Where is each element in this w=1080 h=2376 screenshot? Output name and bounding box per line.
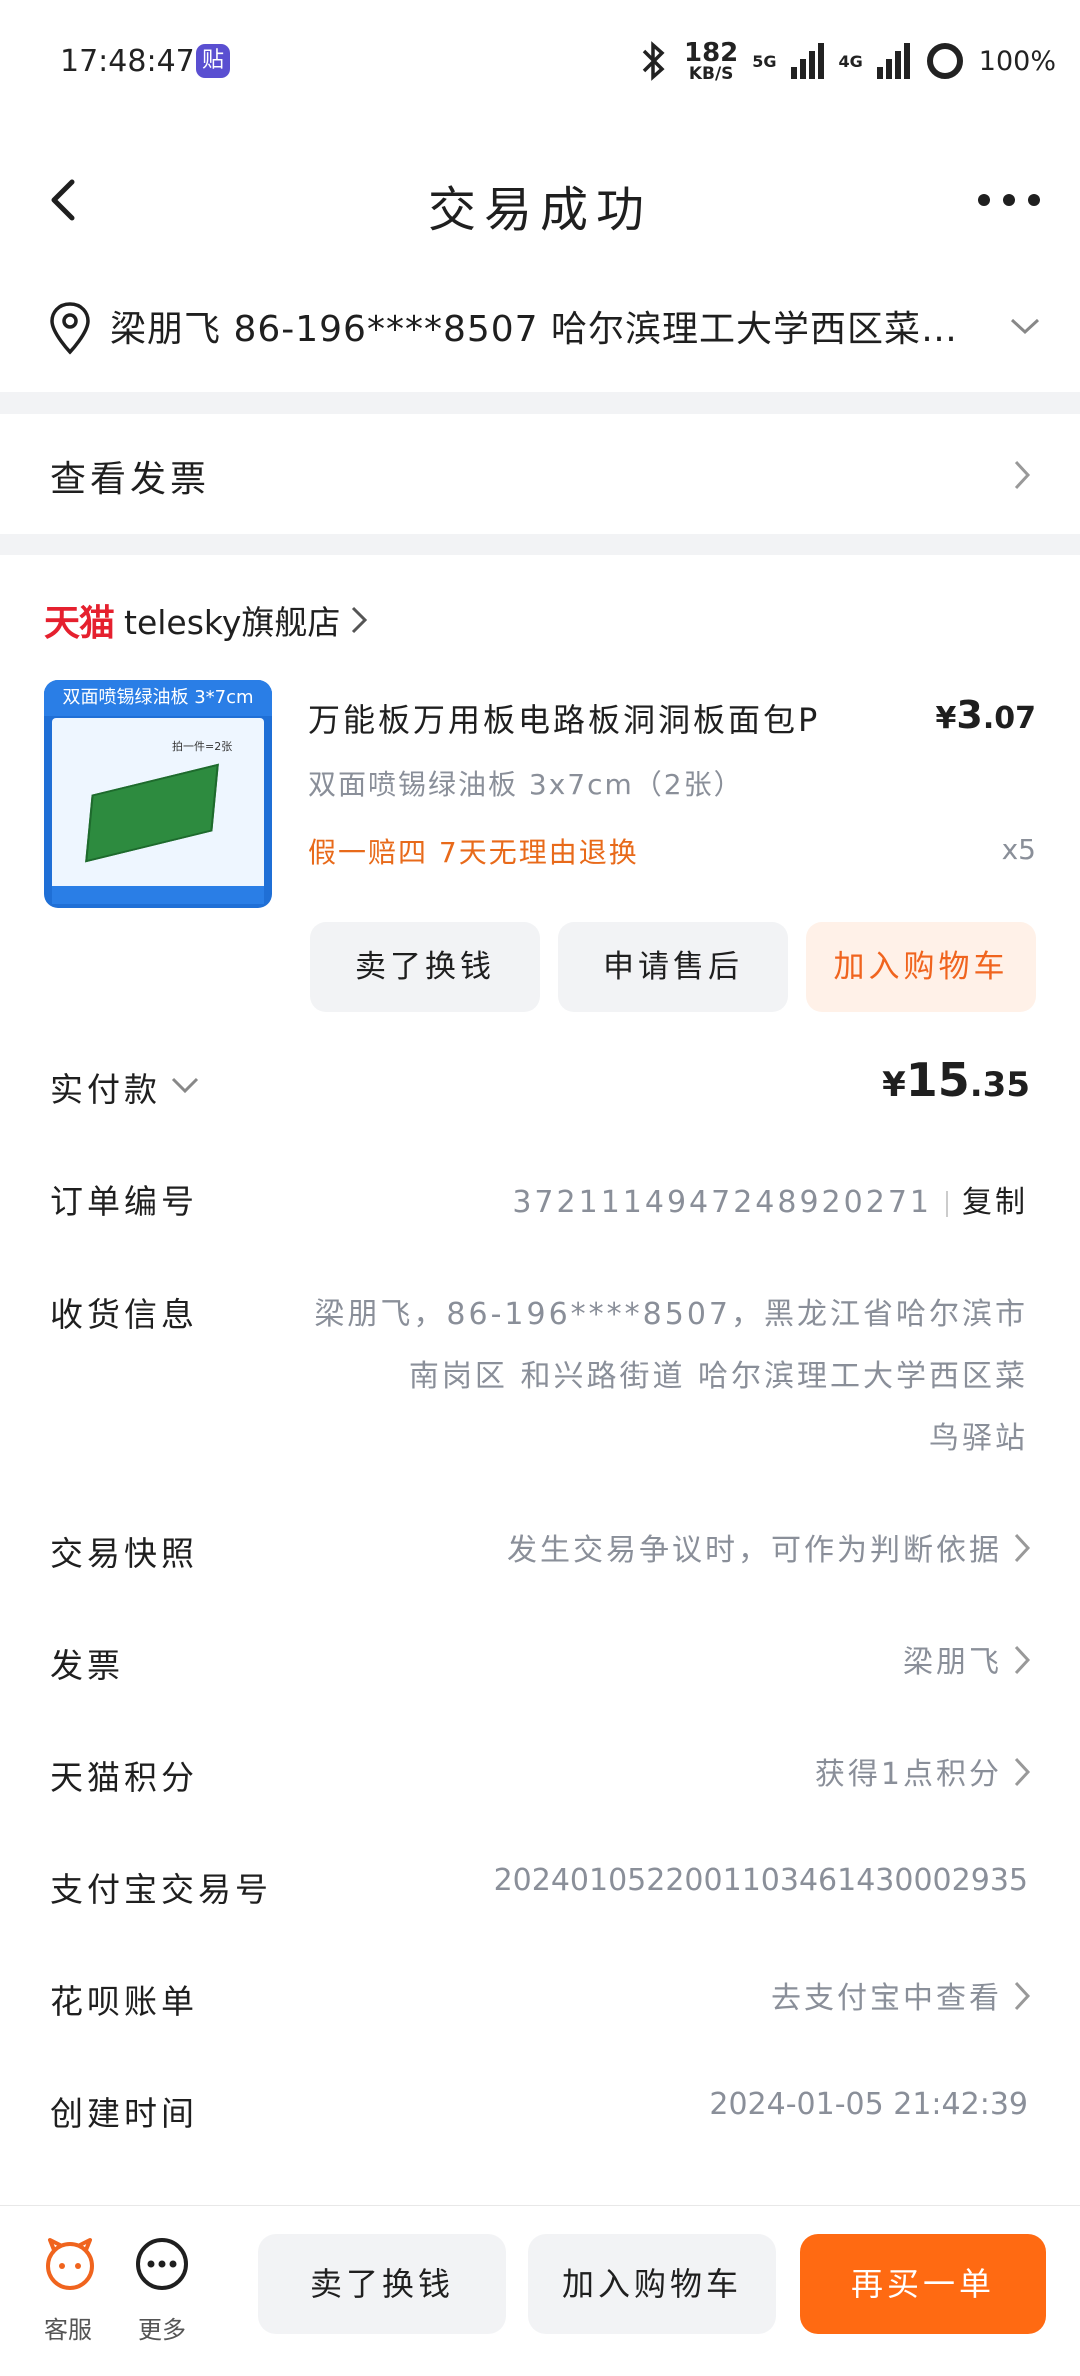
network-speed: 182 KB/S [683,37,739,84]
created-label: 创建时间 [50,2094,198,2133]
product-title[interactable]: 万能板万用板电路板洞洞板面包P [308,695,888,741]
sell-for-cash-bottom-button[interactable]: 卖了换钱 [258,2234,506,2334]
alipay-trade-no-row: 支付宝交易号 2024010522001103461430002935 [0,1841,1080,1921]
location-pin-icon [50,302,90,355]
created-value: 2024-01-05 21:42:39 [709,2087,1028,2122]
paid-amount: ¥15.35 [882,1053,1030,1107]
store-header[interactable]: 天猫 telesky旗舰店 [44,595,368,645]
customer-service-label[interactable]: 客服 [44,2310,92,2345]
add-to-cart-button[interactable]: 加入购物车 [806,922,1036,1012]
alipay-label: 支付宝交易号 [50,1870,272,1909]
order-number-row: 订单编号 3721114947248920271 复制 [0,1155,1080,1235]
invoice-value: 梁朋飞 [903,1645,1002,1680]
shipping-value: 梁朋飞，86-196****8507，黑龙江省哈尔滨市 南岗区 和兴路街道 哈尔… [314,1297,1028,1456]
battery-percent: 100% [978,45,1056,77]
paid-amount-row[interactable]: 实付款 ¥15.35 [0,1045,1080,1125]
tmall-logo: 天猫 [44,603,115,644]
chevron-right-icon [1014,460,1031,490]
trade-snapshot-row[interactable]: 交易快照 发生交易争议时，可作为判断依据 [0,1505,1080,1585]
huabei-label: 花呗账单 [50,1982,198,2021]
paid-label: 实付款 [50,1070,161,1109]
bottom-action-bar: 客服 更多 卖了换钱 加入购物车 再买一单 [0,2205,1080,2376]
more-options-icon[interactable] [974,180,1044,220]
invoice-label: 发票 [50,1646,124,1685]
bluetooth-icon [642,41,665,81]
address-text: 梁朋飞 86-196****8507 哈尔滨理工大学西区菜鸟驿站 [110,309,990,350]
huabei-value: 去支付宝中查看 [771,1981,1002,2016]
tmall-points-row[interactable]: 天猫积分 获得1点积分 [0,1729,1080,1809]
order-number-label: 订单编号 [50,1182,198,1221]
more-circle-icon[interactable] [134,2236,190,2292]
product-quantity: x5 [1001,833,1036,866]
shipping-info-row: 收货信息 梁朋飞，86-196****8507，黑龙江省哈尔滨市 南岗区 和兴路… [0,1270,1080,1470]
chevron-down-icon [171,1077,199,1094]
chevron-right-icon [1014,1645,1031,1675]
sell-for-cash-button[interactable]: 卖了换钱 [310,922,540,1012]
app-notification-icon: 贴 [196,44,230,78]
snapshot-value: 发生交易争议时，可作为判断依据 [507,1533,1002,1568]
points-label: 天猫积分 [50,1758,198,1797]
buy-again-button[interactable]: 再买一单 [800,2234,1046,2334]
invoice-row[interactable]: 发票 梁朋飞 [0,1617,1080,1697]
net-4g-label: 4G [838,51,863,71]
battery-ring-icon [926,43,963,79]
order-number-value: 3721114947248920271 复制 [512,1185,1028,1220]
customer-service-icon[interactable] [42,2236,98,2292]
view-invoice-label: 查看发票 [50,459,211,500]
section-divider [0,392,1080,414]
net-5g-label: 5G [752,51,777,71]
snapshot-label: 交易快照 [50,1534,198,1573]
created-time-row: 创建时间 2024-01-05 21:42:39 [0,2065,1080,2145]
after-sale-button[interactable]: 申请售后 [558,922,788,1012]
chevron-right-icon [1014,1981,1031,2011]
product-image[interactable]: 双面喷锡绿油板 3*7cm 拍一件=2张 [44,680,272,908]
product-spec: 双面喷锡绿油板 3x7cm（2张） [308,768,744,801]
signal-5g-icon [790,43,824,79]
huabei-bill-row[interactable]: 花呗账单 去支付宝中查看 [0,1953,1080,2033]
delivery-address[interactable]: 梁朋飞 86-196****8507 哈尔滨理工大学西区菜鸟驿站 [0,270,1080,390]
product-image-note: 拍一件=2张 [172,740,233,753]
more-label[interactable]: 更多 [138,2310,186,2345]
chevron-right-icon [1014,1533,1031,1563]
store-name: telesky旗舰店 [124,603,341,642]
chevron-right-icon [1014,1757,1031,1787]
page-header: 交易成功 [0,150,1080,250]
add-to-cart-bottom-button[interactable]: 加入购物车 [528,2234,776,2334]
chevron-right-icon [352,606,368,634]
status-bar: 17:48:47 贴 182 KB/S 5G 4G 100% [0,0,1080,120]
view-invoice-row[interactable]: 查看发票 [0,414,1080,534]
product-price: ¥3.07 [935,693,1036,737]
status-time: 17:48:47 [60,44,195,79]
copy-button[interactable]: 复制 [962,1185,1028,1220]
alipay-value: 2024010522001103461430002935 [493,1863,1028,1898]
product-image-title: 双面喷锡绿油板 3*7cm [44,680,272,716]
points-value: 获得1点积分 [814,1757,1002,1792]
section-divider [0,534,1080,556]
shipping-label: 收货信息 [50,1295,198,1334]
chevron-down-icon[interactable] [1008,314,1042,338]
signal-4g-icon [876,43,910,79]
page-title: 交易成功 [427,182,652,238]
product-service-tags: 假一赔四 7天无理由退换 [308,836,639,869]
order-card: 天猫 telesky旗舰店 双面喷锡绿油板 3*7cm 拍一件=2张 万能板万用… [0,555,1080,2215]
